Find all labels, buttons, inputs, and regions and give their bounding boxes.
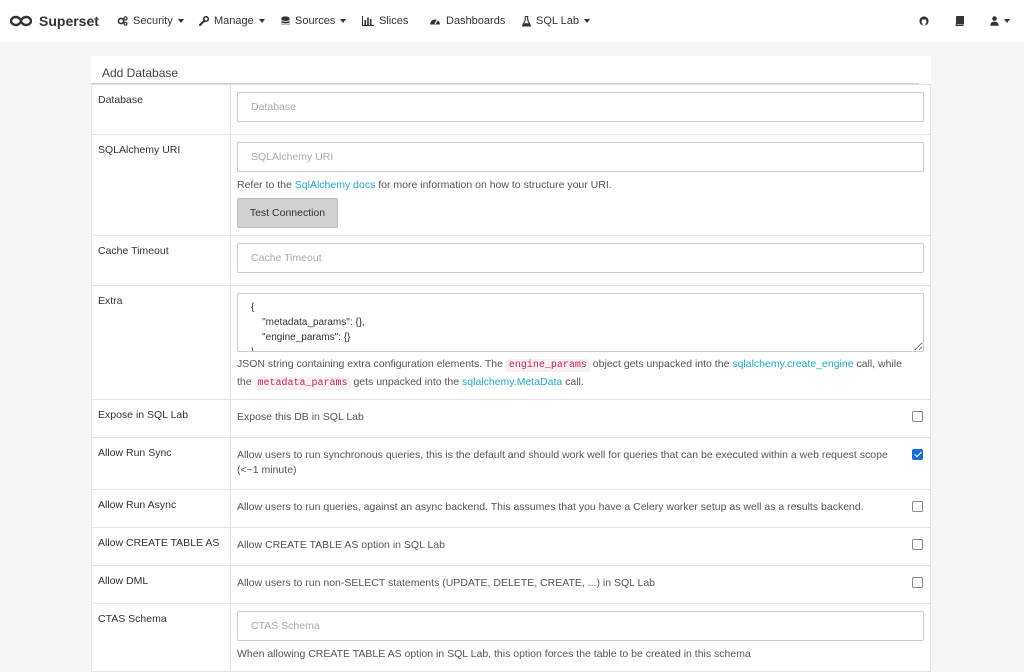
help-text: gets unpacked into the — [350, 376, 463, 388]
create-engine-link[interactable]: sqlalchemy.create_engine — [732, 358, 853, 370]
expose-in-sqllab-label: Expose in SQL Lab — [91, 399, 231, 438]
allow-run-async-description: Allow users to run queries, against an a… — [237, 501, 864, 513]
allow-dml-label: Allow DML — [91, 565, 231, 604]
add-database-panel: Add Database Database SQLAlchemy URI Ref… — [91, 56, 931, 672]
form-row-extra: Extra { "metadata_params": {}, "engine_p… — [91, 285, 931, 400]
engine-params-code: engine_params — [505, 359, 590, 372]
form-row-cache-timeout: Cache Timeout — [91, 235, 931, 286]
nav-security[interactable]: Security — [117, 0, 184, 42]
cache-timeout-label: Cache Timeout — [91, 235, 231, 286]
allow-dml-checkbox[interactable] — [912, 577, 923, 588]
allow-run-async-checkbox[interactable] — [912, 501, 923, 512]
user-icon — [990, 16, 999, 26]
ctas-schema-input[interactable] — [237, 611, 924, 641]
help-text: object gets unpacked into the — [589, 358, 733, 370]
chevron-down-icon — [1004, 19, 1010, 23]
nav-sql-lab[interactable]: SQL Lab — [522, 0, 591, 42]
database-label: Database — [91, 84, 231, 135]
user-menu[interactable] — [990, 0, 1010, 42]
book-icon — [955, 16, 964, 26]
allow-run-sync-checkbox[interactable] — [912, 449, 923, 460]
github-link[interactable] — [919, 0, 929, 42]
database-input[interactable] — [237, 92, 924, 122]
nav-dashboards[interactable]: Dashboards — [429, 0, 505, 42]
extra-label: Extra — [91, 285, 231, 400]
form-row-allow-ctas: Allow CREATE TABLE AS Allow CREATE TABLE… — [91, 527, 931, 566]
chevron-down-icon — [177, 19, 184, 23]
sqlalchemy-uri-label: SQLAlchemy URI — [91, 134, 231, 236]
test-connection-button[interactable]: Test Connection — [237, 198, 338, 228]
form-row-expose-in-sqllab: Expose in SQL Lab Expose this DB in SQL … — [91, 399, 931, 438]
nav-dashboards-label: Dashboards — [446, 15, 506, 27]
nav-security-label: Security — [133, 15, 173, 27]
nav-manage[interactable]: Manage — [199, 0, 265, 42]
metadata-link[interactable]: sqlalchemy.MetaData — [462, 376, 562, 388]
dashboard-icon — [430, 19, 440, 25]
form-row-allow-run-sync: Allow Run Sync Allow users to run synchr… — [91, 437, 931, 490]
expose-in-sqllab-checkbox[interactable] — [912, 411, 923, 422]
allow-run-async-label: Allow Run Async — [91, 489, 231, 528]
nav-sources-label: Sources — [295, 15, 336, 27]
database-form: Database SQLAlchemy URI Refer to the Sql… — [91, 84, 931, 672]
sqlalchemy-uri-help: Refer to the SqlAlchemy docs for more in… — [237, 177, 924, 193]
extra-help: JSON string containing extra configurati… — [237, 356, 924, 392]
form-row-database: Database — [91, 84, 931, 135]
database-icon — [281, 16, 290, 25]
allow-ctas-checkbox[interactable] — [912, 539, 923, 550]
bar-chart-icon — [362, 16, 374, 26]
wrench-icon — [199, 16, 209, 26]
sqlalchemy-uri-input[interactable] — [237, 142, 924, 172]
chevron-down-icon — [258, 19, 265, 23]
ctas-schema-label: CTAS Schema — [91, 603, 231, 672]
form-row-allow-dml: Allow DML Allow users to run non-SELECT … — [91, 565, 931, 604]
help-text: for more information on how to structure… — [375, 179, 612, 191]
docs-link[interactable] — [955, 0, 964, 42]
chevron-down-icon — [584, 19, 591, 23]
nav-slices-label: Slices — [379, 15, 409, 27]
cache-timeout-input[interactable] — [237, 243, 924, 273]
form-row-ctas-schema: CTAS Schema When allowing CREATE TABLE A… — [91, 603, 931, 672]
allow-dml-description: Allow users to run non-SELECT statements… — [237, 577, 656, 589]
ctas-schema-help: When allowing CREATE TABLE AS option in … — [237, 648, 751, 660]
sqlalchemy-docs-link[interactable]: SqlAlchemy docs — [295, 179, 376, 191]
gears-icon — [117, 16, 128, 26]
brand-name: Superset — [39, 13, 99, 29]
nav-sources[interactable]: Sources — [281, 0, 347, 42]
nav-sql-lab-label: SQL Lab — [536, 15, 580, 27]
nav-manage-label: Manage — [214, 15, 254, 27]
chevron-down-icon — [340, 19, 347, 23]
nav-slices[interactable]: Slices — [362, 0, 408, 42]
form-row-allow-run-async: Allow Run Async Allow users to run queri… — [91, 489, 931, 528]
flask-icon — [522, 15, 531, 27]
help-text: call. — [562, 376, 584, 388]
help-text: JSON string containing extra configurati… — [237, 358, 506, 370]
allow-ctas-label: Allow CREATE TABLE AS — [91, 527, 231, 566]
allow-ctas-description: Allow CREATE TABLE AS option in SQL Lab — [237, 539, 445, 551]
allow-run-sync-description: Allow users to run synchronous queries, … — [237, 449, 888, 476]
superset-logo-icon — [10, 15, 32, 27]
github-icon — [919, 16, 929, 26]
panel-title: Add Database — [102, 66, 179, 80]
help-text: Refer to the — [237, 179, 295, 191]
extra-textarea[interactable]: { "metadata_params": {}, "engine_params"… — [237, 293, 924, 352]
navbar: Superset Security Manage Sources Slices … — [0, 0, 1024, 42]
metadata-params-code: metadata_params — [254, 377, 351, 390]
brand[interactable]: Superset — [10, 0, 99, 42]
form-row-sqlalchemy-uri: SQLAlchemy URI Refer to the SqlAlchemy d… — [91, 134, 931, 236]
allow-run-sync-label: Allow Run Sync — [91, 437, 231, 490]
expose-in-sqllab-description: Expose this DB in SQL Lab — [237, 411, 364, 423]
